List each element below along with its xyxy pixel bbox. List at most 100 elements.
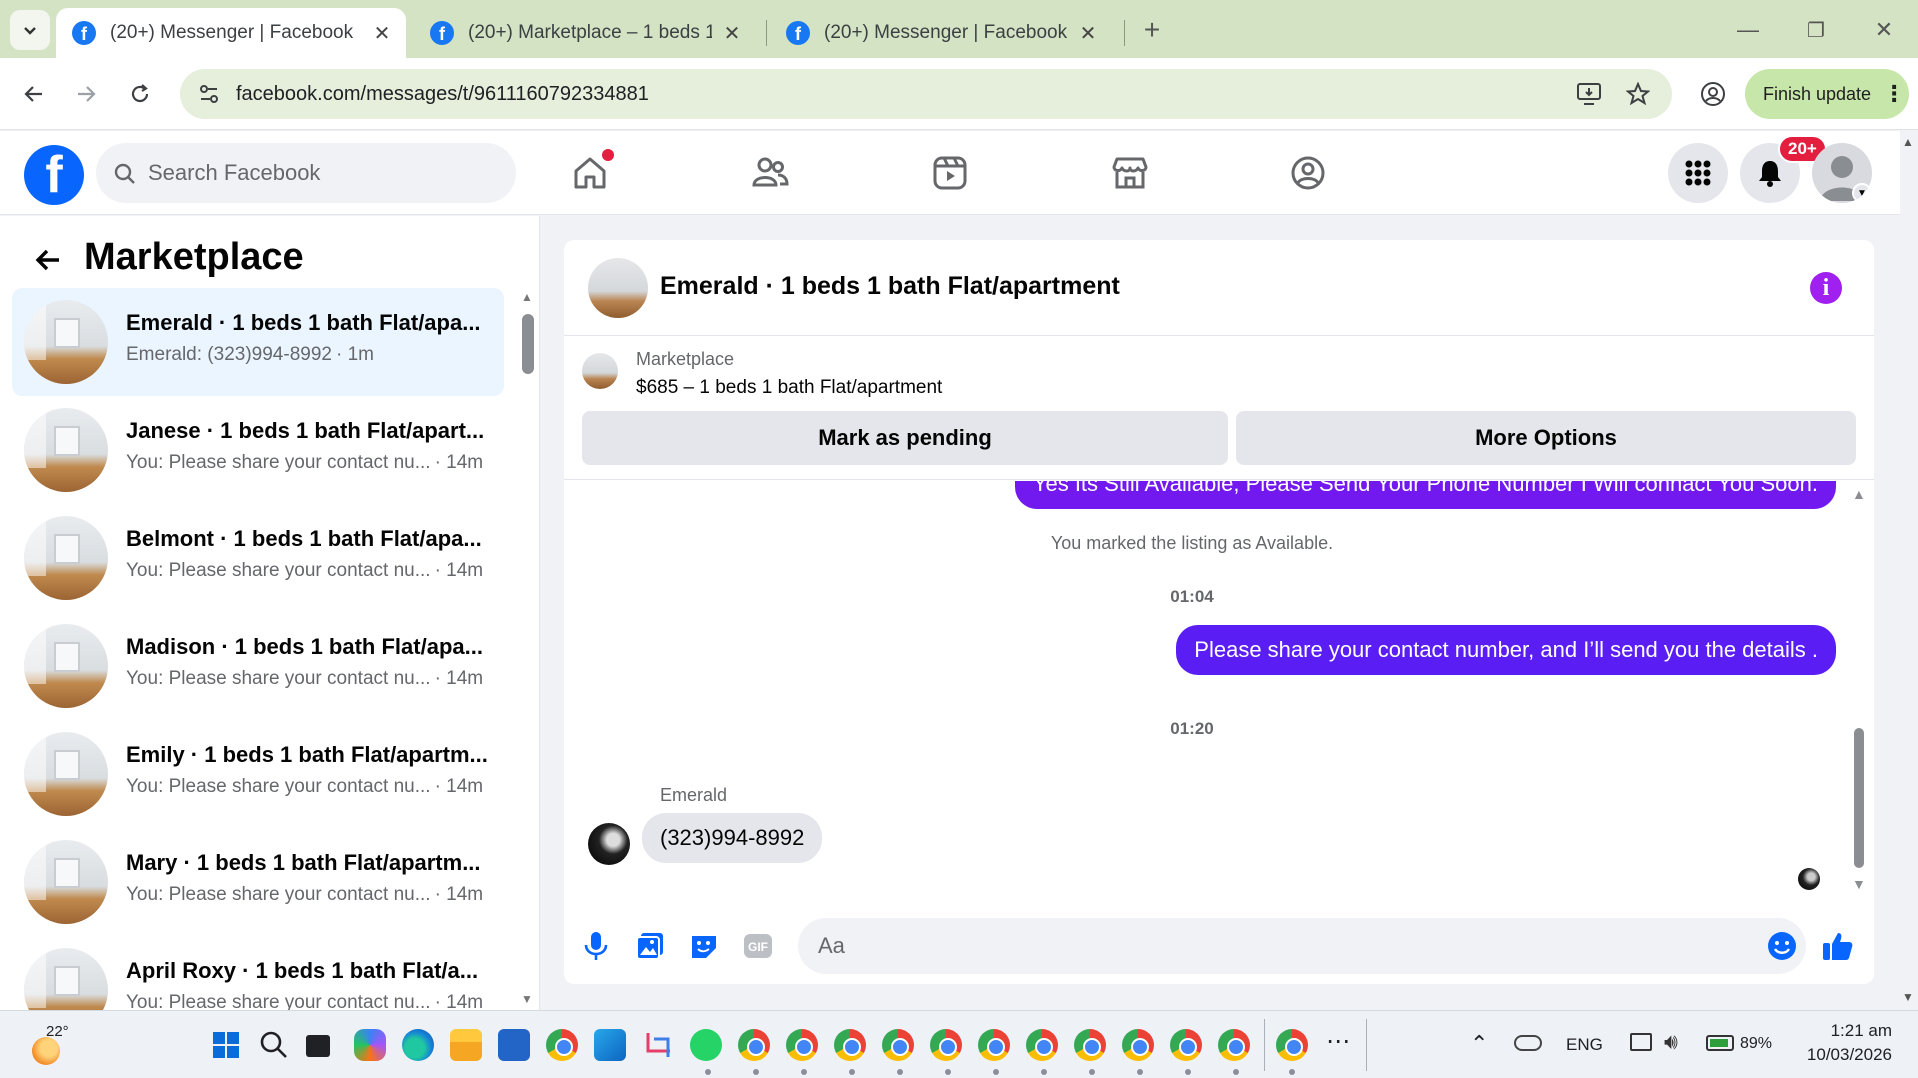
video-nav-button[interactable] xyxy=(926,149,974,197)
sender-avatar[interactable] xyxy=(588,823,630,865)
chrome-profile-icon[interactable] xyxy=(1276,1029,1308,1061)
finish-update-button[interactable]: Finish update ⋮ xyxy=(1745,69,1909,119)
chat-scrollbar[interactable] xyxy=(1854,728,1864,868)
tab-divider xyxy=(1124,20,1125,46)
message-input[interactable] xyxy=(798,918,1806,974)
tab-close-icon[interactable]: ✕ xyxy=(1076,21,1100,46)
back-button[interactable] xyxy=(26,238,70,282)
conversation-item[interactable]: Emily · 1 beds 1 bath Flat/apartm... You… xyxy=(12,720,504,828)
minimize-button[interactable]: — xyxy=(1728,10,1768,50)
new-tab-button[interactable]: + xyxy=(1132,10,1172,50)
conversation-preview: You: Please share your contact nu... · 14… xyxy=(126,668,496,690)
address-bar[interactable]: facebook.com/messages/t/9611160792334881 xyxy=(180,69,1672,119)
menu-button[interactable] xyxy=(1668,143,1728,203)
gaming-nav-button[interactable] xyxy=(1284,149,1332,197)
network-icon[interactable] xyxy=(1630,1033,1652,1051)
chrome-profile-icon[interactable] xyxy=(978,1029,1010,1061)
conversation-item[interactable]: Mary · 1 beds 1 bath Flat/apartm... You:… xyxy=(12,828,504,936)
chrome-profile-icon[interactable] xyxy=(1218,1029,1250,1061)
chrome-profile-icon[interactable] xyxy=(930,1029,962,1061)
marketplace-nav-button[interactable] xyxy=(1106,149,1154,197)
mark-as-pending-button[interactable]: Mark as pending xyxy=(582,411,1228,465)
sticker-button[interactable] xyxy=(686,928,722,964)
conversation-time: · 14m xyxy=(434,776,484,797)
attach-photo-button[interactable] xyxy=(632,928,668,964)
taskbar-search-button[interactable] xyxy=(258,1029,290,1061)
chat-scroll-up-arrow[interactable]: ▲ xyxy=(1852,486,1866,502)
info-button[interactable]: i xyxy=(1810,272,1842,304)
browser-tab-messenger-1[interactable]: f (20+) Messenger | Facebook ✕ xyxy=(56,8,406,58)
chrome-profile-icon[interactable] xyxy=(738,1029,770,1061)
emoji-button[interactable] xyxy=(1764,928,1800,964)
conversation-snippet: You: Please share your contact nu... xyxy=(126,776,431,797)
chat-title[interactable]: Emerald · 1 beds 1 bath Flat/apartment xyxy=(660,272,1120,301)
gif-button[interactable]: GIF xyxy=(740,928,776,964)
incoming-message[interactable]: (323)994-8992 xyxy=(642,813,823,863)
install-app-icon[interactable] xyxy=(1576,82,1602,106)
tab-close-icon[interactable]: ✕ xyxy=(370,21,394,46)
outgoing-message[interactable]: Yes Its Still Available, Please Send You… xyxy=(1014,481,1836,509)
snipping-tool-icon[interactable] xyxy=(642,1029,674,1061)
language-indicator[interactable]: ENG xyxy=(1566,1035,1603,1055)
chrome-profile-icon[interactable] xyxy=(1074,1029,1106,1061)
site-info-icon[interactable] xyxy=(198,83,220,105)
conversation-item[interactable]: Belmont · 1 beds 1 bath Flat/apa... You:… xyxy=(12,504,504,612)
bookmark-star-icon[interactable] xyxy=(1626,82,1650,106)
facebook-favicon-icon: f xyxy=(72,21,96,45)
tab-search-button[interactable] xyxy=(10,10,50,50)
search-input[interactable]: Search Facebook xyxy=(96,143,516,203)
profile-icon[interactable] xyxy=(1700,81,1726,107)
outlook-icon[interactable] xyxy=(594,1029,626,1061)
conversation-item[interactable]: April Roxy · 1 beds 1 bath Flat/a... You… xyxy=(12,936,504,1010)
clock[interactable]: 1:21 am 10/03/2026 xyxy=(1796,1019,1892,1067)
like-button[interactable] xyxy=(1820,928,1856,964)
file-explorer-icon[interactable] xyxy=(450,1029,482,1061)
volume-icon[interactable]: 🔊︎ xyxy=(1664,1029,1678,1055)
voice-clip-button[interactable] xyxy=(578,928,614,964)
browser-tab-messenger-2[interactable]: f (20+) Messenger | Facebook ✕ xyxy=(770,8,1112,58)
weather-widget[interactable]: 22° xyxy=(28,1023,72,1067)
conversation-item[interactable]: Emerald · 1 beds 1 bath Flat/apa... Emer… xyxy=(12,288,504,396)
battery-icon[interactable] xyxy=(1706,1035,1734,1051)
account-avatar-button[interactable]: ▼ xyxy=(1812,143,1872,203)
restore-button[interactable]: ❐ xyxy=(1796,10,1836,50)
chrome-profile-icon[interactable] xyxy=(834,1029,866,1061)
chrome-profile-icon[interactable] xyxy=(882,1029,914,1061)
page-scrollbar-down-arrow[interactable]: ▼ xyxy=(1902,990,1914,1004)
browser-tab-marketplace[interactable]: f (20+) Marketplace – 1 beds 1 b ✕ xyxy=(414,8,756,58)
forward-button[interactable] xyxy=(64,72,108,116)
chat-listing-avatar[interactable] xyxy=(588,258,648,318)
facebook-logo-icon[interactable]: f xyxy=(24,145,84,205)
conversation-time: · 14m xyxy=(434,992,484,1010)
reload-button[interactable] xyxy=(118,72,162,116)
chrome-icon[interactable] xyxy=(546,1029,578,1061)
chat-scroll-down-arrow[interactable]: ▼ xyxy=(1852,876,1866,892)
scroll-up-arrow[interactable]: ▲ xyxy=(521,290,533,304)
listing-price[interactable]: $685 – 1 beds 1 bath Flat/apartment xyxy=(636,377,942,399)
chrome-profile-icon[interactable] xyxy=(786,1029,818,1061)
start-button[interactable] xyxy=(210,1029,242,1061)
close-window-button[interactable]: ✕ xyxy=(1864,10,1904,50)
outgoing-message[interactable]: Please share your contact number, and I’… xyxy=(1176,625,1836,675)
show-hidden-icons-button[interactable]: ⌃ xyxy=(1470,1031,1488,1057)
chrome-profile-icon[interactable] xyxy=(1170,1029,1202,1061)
microsoft-store-icon[interactable] xyxy=(498,1029,530,1061)
back-button[interactable] xyxy=(12,72,56,116)
chrome-profile-icon[interactable] xyxy=(1122,1029,1154,1061)
tab-close-icon[interactable]: ✕ xyxy=(720,21,744,46)
page-scrollbar-up-arrow[interactable]: ▲ xyxy=(1902,135,1914,149)
friends-nav-button[interactable] xyxy=(746,149,794,197)
onedrive-cloud-icon[interactable] xyxy=(1514,1035,1542,1051)
copilot-icon[interactable] xyxy=(354,1029,386,1061)
edge-browser-icon[interactable] xyxy=(402,1029,434,1061)
taskbar-overflow-icon[interactable]: ⋯ xyxy=(1326,1027,1350,1056)
conversation-item[interactable]: Janese · 1 beds 1 bath Flat/apart... You… xyxy=(12,396,504,504)
home-nav-button[interactable] xyxy=(566,149,614,197)
whatsapp-icon[interactable] xyxy=(690,1029,722,1061)
chrome-profile-icon[interactable] xyxy=(1026,1029,1058,1061)
more-options-button[interactable]: More Options xyxy=(1236,411,1856,465)
task-view-button[interactable] xyxy=(306,1035,330,1057)
conversation-item[interactable]: Madison · 1 beds 1 bath Flat/apa... You:… xyxy=(12,612,504,720)
scroll-down-arrow[interactable]: ▼ xyxy=(521,992,533,1006)
conversation-list-scrollbar[interactable] xyxy=(522,314,534,374)
